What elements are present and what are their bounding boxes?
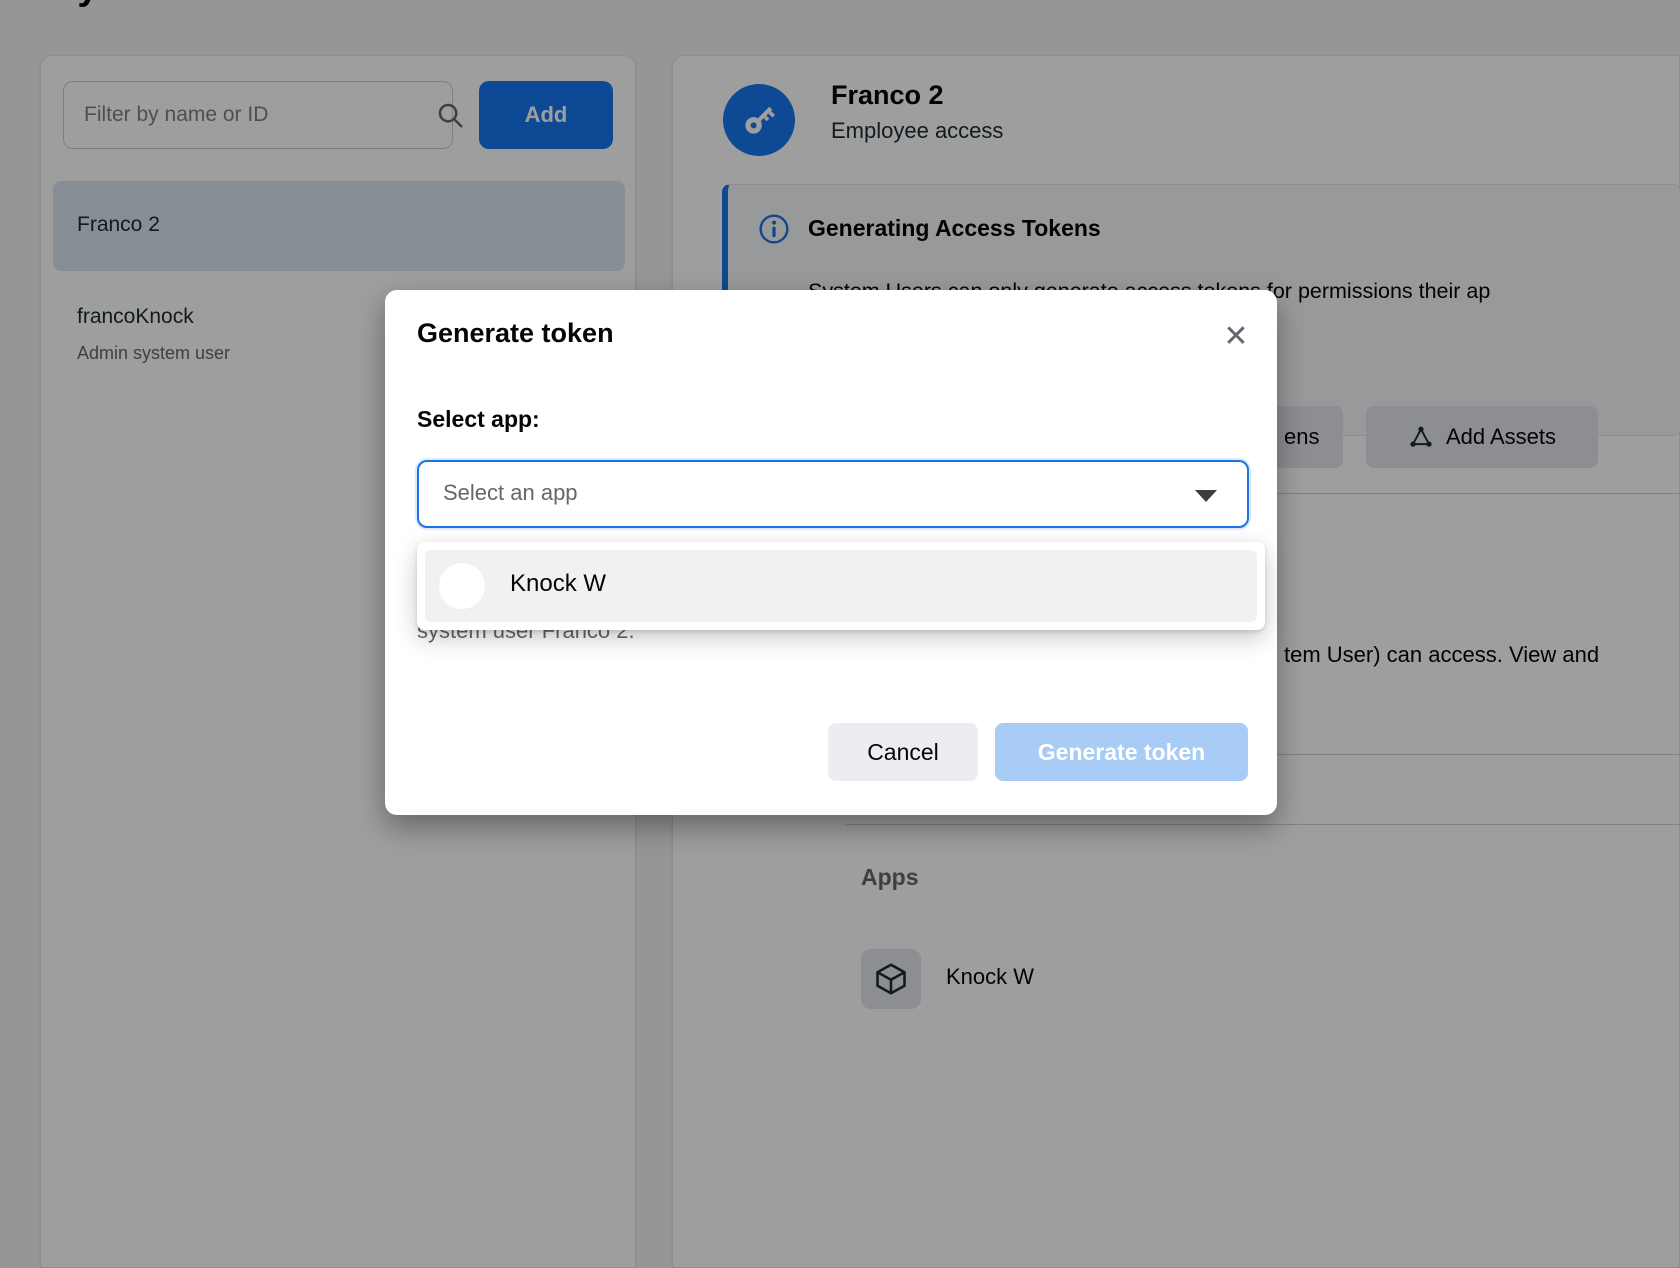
select-app-label: Select app: bbox=[417, 406, 540, 433]
chevron-down-icon bbox=[1195, 490, 1217, 502]
modal-title: Generate token bbox=[417, 318, 614, 349]
app-select-dropdown[interactable]: Select an app bbox=[417, 460, 1249, 528]
close-icon[interactable]: ✕ bbox=[1213, 314, 1259, 360]
app-option-avatar bbox=[438, 562, 486, 610]
app-select-placeholder: Select an app bbox=[443, 480, 578, 506]
generate-token-button[interactable]: Generate token bbox=[995, 723, 1248, 781]
app-options-menu: Knock W bbox=[417, 542, 1265, 630]
app-option-knock-w[interactable]: Knock W bbox=[425, 550, 1257, 622]
generate-token-modal: Generate token ✕ Select app: Select an a… bbox=[385, 290, 1277, 815]
app-option-label: Knock W bbox=[510, 570, 606, 598]
cancel-button[interactable]: Cancel bbox=[828, 723, 978, 781]
